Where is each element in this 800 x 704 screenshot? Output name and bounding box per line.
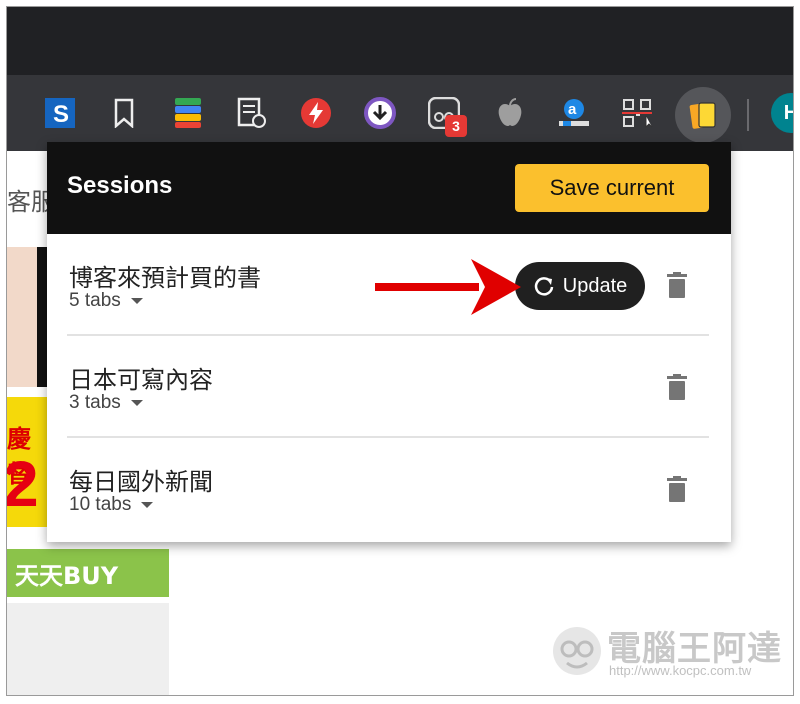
popup-title: Sessions [67, 172, 173, 199]
s-icon[interactable]: S [43, 95, 77, 131]
ad-banner-yellow[interactable]: 慶替 2 [7, 397, 47, 527]
refresh-icon [534, 277, 553, 296]
session-tabs-toggle[interactable]: 5 tabs [69, 290, 143, 312]
document-icon[interactable] [235, 95, 269, 131]
caret-down-icon [130, 400, 143, 406]
ad-placeholder [7, 603, 169, 695]
lightning-icon[interactable] [299, 95, 333, 131]
watermark-url: http://www.kocpc.com.tw [609, 663, 752, 678]
svg-text:S: S [53, 101, 69, 128]
session-tabs-count: 5 tabs [69, 290, 121, 311]
extensions-toolbar: S 3 a H [7, 75, 793, 151]
session-item[interactable]: 每日國外新聞 10 tabs [67, 438, 709, 540]
sessions-popup: Sessions Save current 博客來預計買的書 5 tabs Up… [47, 142, 731, 542]
sessions-extension-icon[interactable] [675, 87, 731, 143]
session-name: 每日國外新聞 [69, 468, 213, 496]
ad-green-text: 天天BUY [15, 561, 119, 590]
session-name: 博客來預計買的書 [69, 264, 261, 292]
ad-yellow-number: 2 [6, 448, 39, 520]
browser-window: S 3 a H [6, 6, 794, 696]
profile-avatar[interactable]: H [771, 93, 793, 133]
toolbar-divider [747, 99, 749, 131]
session-item[interactable]: 日本可寫內容 3 tabs [67, 336, 709, 438]
popup-header: Sessions Save current [47, 142, 731, 234]
qr-code-icon[interactable] [621, 95, 655, 131]
amazon-icon[interactable]: a [557, 95, 591, 131]
update-button[interactable]: Update [515, 262, 645, 310]
mascot-icon [553, 627, 601, 675]
annotation-arrow [375, 259, 521, 315]
delete-icon[interactable] [667, 272, 687, 298]
title-bar [7, 7, 793, 75]
caret-down-icon [130, 298, 143, 304]
bookmark-icon[interactable] [107, 95, 141, 131]
download-circle-icon[interactable] [363, 95, 397, 131]
update-label: Update [562, 274, 628, 297]
session-tabs-toggle[interactable]: 10 tabs [69, 494, 154, 516]
session-tabs-count: 3 tabs [69, 392, 121, 413]
session-tabs-toggle[interactable]: 3 tabs [69, 392, 143, 414]
delete-icon[interactable] [667, 374, 687, 400]
apple-icon[interactable] [493, 95, 527, 131]
ad-banner-green[interactable]: 天天BUY [7, 549, 169, 597]
session-tabs-count: 10 tabs [69, 494, 132, 515]
delete-icon[interactable] [667, 476, 687, 502]
ghost-extension-icon[interactable]: 3 [427, 95, 467, 137]
svg-text:a: a [568, 101, 577, 118]
save-current-button[interactable]: Save current [515, 164, 709, 212]
watermark: 電腦王阿達 http://www.kocpc.com.tw [547, 617, 787, 687]
caret-down-icon [141, 502, 154, 508]
extension-badge: 3 [445, 115, 467, 137]
session-name: 日本可寫內容 [69, 366, 213, 394]
color-stack-icon[interactable] [171, 95, 205, 131]
